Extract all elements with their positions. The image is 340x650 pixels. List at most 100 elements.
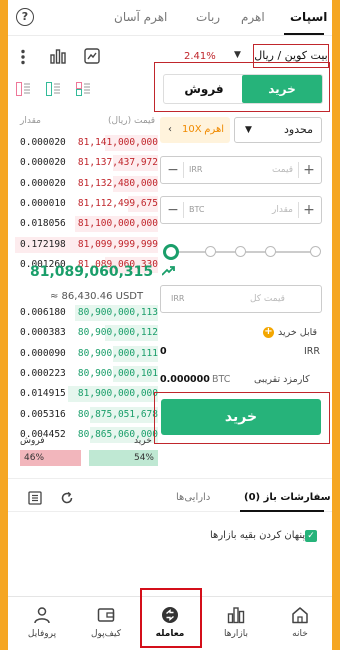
ask-amount: 0.018056 (20, 218, 66, 230)
tab-spot[interactable]: اسپات (290, 10, 327, 24)
leverage-badge[interactable]: ‹ 10X اهرم (160, 117, 230, 143)
book-buy-only-icon[interactable] (46, 82, 60, 96)
ask-price: 81,100,000,000 (77, 218, 158, 230)
nav-home[interactable]: خانه (270, 597, 330, 650)
markets-icon (227, 607, 245, 624)
ask-price: 81,099,999,999 (77, 238, 158, 250)
bar-chart-icon[interactable] (50, 48, 66, 64)
sell-ratio-label: فروش (20, 436, 45, 446)
chart-icon[interactable] (84, 48, 100, 64)
usdt-price: ≈ 86,430.46 USDT (50, 291, 144, 302)
tab-easy-margin[interactable]: اهرم آسان (114, 10, 167, 24)
bid-row[interactable]: 0.000383 80,900,000,112 (8, 323, 158, 343)
price-field[interactable]: − IRR قیمت + (160, 156, 322, 184)
order-type-select[interactable]: ▼ محدود (234, 117, 322, 143)
slider-step-75[interactable] (265, 246, 276, 257)
tab-open-orders[interactable]: سفارشات باز (0) (244, 492, 331, 503)
top-tabs: ? اهرم آسان ربات اهرم اسپات (8, 0, 332, 36)
ask-row[interactable]: 0.000020 81,141,000,000 (8, 133, 158, 153)
bid-amount: 0.000383 (20, 327, 66, 339)
amount-decrement[interactable]: − (165, 200, 181, 220)
ask-row[interactable]: 0.018056 81,100,000,000 (8, 214, 158, 234)
bid-price: 80,900,000,112 (77, 327, 158, 339)
refresh-icon[interactable] (60, 491, 74, 505)
side-toggle-frame: فروش خرید (154, 62, 330, 112)
sell-tab[interactable]: فروش (164, 75, 244, 103)
sell-ratio-bar: 46% (20, 450, 81, 466)
price-decrement[interactable]: − (165, 160, 181, 180)
ask-price: 81,137,437,972 (77, 157, 158, 169)
submit-frame: خرید (154, 392, 330, 444)
amount-increment[interactable]: + (301, 200, 317, 220)
fee-label: کارمزد تقریبی (254, 374, 310, 385)
available-unit: IRR (304, 346, 321, 357)
ask-row[interactable]: 0.000020 81,137,437,972 (8, 153, 158, 173)
chevron-down-icon: ▼ (245, 125, 252, 135)
nav-profile[interactable]: پروفایل (12, 597, 72, 650)
ask-row[interactable]: 0.172198 81,099,999,999 (8, 235, 158, 255)
amount-input[interactable]: مقدار (272, 205, 293, 215)
nav-markets[interactable]: بازارها (206, 597, 266, 650)
tab-bot[interactable]: ربات (196, 10, 220, 24)
fee-value: 0.000000 (160, 374, 210, 385)
ask-amount: 0.000020 (20, 157, 66, 169)
slider-step-0[interactable] (163, 244, 179, 260)
bid-amount: 0.000090 (20, 347, 66, 359)
deposit-plus-icon[interactable]: + (263, 327, 274, 338)
book-sell-only-icon[interactable] (16, 82, 30, 96)
amount-header: مقدار (20, 116, 41, 126)
chevron-down-icon[interactable]: ▼ (234, 50, 241, 60)
amount-slider-track[interactable] (178, 251, 318, 253)
bid-price: 80,900,000,101 (77, 367, 158, 379)
slider-step-100[interactable] (310, 246, 321, 257)
bid-amount: 0.014915 (20, 388, 66, 400)
amount-field[interactable]: − BTC مقدار + (160, 196, 322, 224)
slider-step-25[interactable] (205, 246, 216, 257)
hide-other-checkbox[interactable]: ✓ (305, 530, 317, 542)
book-both-icon[interactable] (76, 82, 90, 96)
ask-row[interactable]: 0.000010 81,112,499,675 (8, 194, 158, 214)
buy-submit-button[interactable]: خرید (161, 399, 321, 435)
help-icon[interactable]: ? (16, 8, 34, 26)
ask-amount: 0.000020 (20, 177, 66, 189)
tab-underline (240, 510, 324, 512)
total-input[interactable]: قیمت کل (250, 294, 285, 304)
bid-amount: 0.005316 (20, 408, 66, 420)
price-change: 2.41% (184, 51, 216, 62)
tab-margin[interactable]: اهرم (241, 10, 265, 24)
order-history-icon[interactable] (28, 491, 42, 505)
price-input[interactable]: قیمت (272, 165, 293, 175)
bid-row[interactable]: 0.006180 80,900,000,113 (8, 303, 158, 323)
bid-row[interactable]: 0.014915 81,900,000,000 (8, 384, 158, 404)
slider-step-50[interactable] (235, 246, 246, 257)
bid-price: 80,900,000,113 (77, 307, 158, 318)
buy-ratio-label: خرید (134, 436, 152, 446)
bid-price: 80,875,051,678 (77, 408, 158, 420)
bid-row[interactable]: 0.000090 80,900,000,111 (8, 344, 158, 364)
more-vertical-icon[interactable] (20, 49, 26, 65)
leverage-label: اهرم (204, 124, 224, 135)
last-price-value: 81,089,060,315 (30, 264, 154, 280)
section-divider (8, 478, 332, 479)
bid-row[interactable]: 0.005316 80,875,051,678 (8, 405, 158, 425)
bid-amount: 0.000223 (20, 367, 66, 379)
nav-markets-label: بازارها (224, 629, 248, 639)
nav-wallet[interactable]: کیف‌پول (76, 597, 136, 650)
total-field[interactable]: IRR قیمت کل (160, 285, 322, 313)
ask-amount: 0.172198 (20, 238, 66, 250)
ask-row[interactable]: 0.000020 81,132,480,000 (8, 174, 158, 194)
tab-assets[interactable]: دارایی‌ها (176, 492, 210, 503)
bid-price: 80,900,000,111 (77, 347, 158, 359)
tab-underline (284, 33, 324, 35)
divider (183, 162, 184, 178)
ask-amount: 0.000020 (20, 137, 66, 148)
sell-ratio-value: 46% (24, 453, 45, 463)
price-header: قیمت (ریال) (108, 116, 156, 126)
bid-row[interactable]: 0.000223 80,900,000,101 (8, 364, 158, 384)
buy-tab[interactable]: خرید (242, 75, 322, 103)
nav-wallet-label: کیف‌پول (90, 629, 121, 639)
side-toggle: فروش خرید (163, 74, 323, 104)
fee-unit: BTC (212, 374, 231, 385)
order-type-value: محدود (284, 123, 313, 136)
price-increment[interactable]: + (301, 160, 317, 180)
